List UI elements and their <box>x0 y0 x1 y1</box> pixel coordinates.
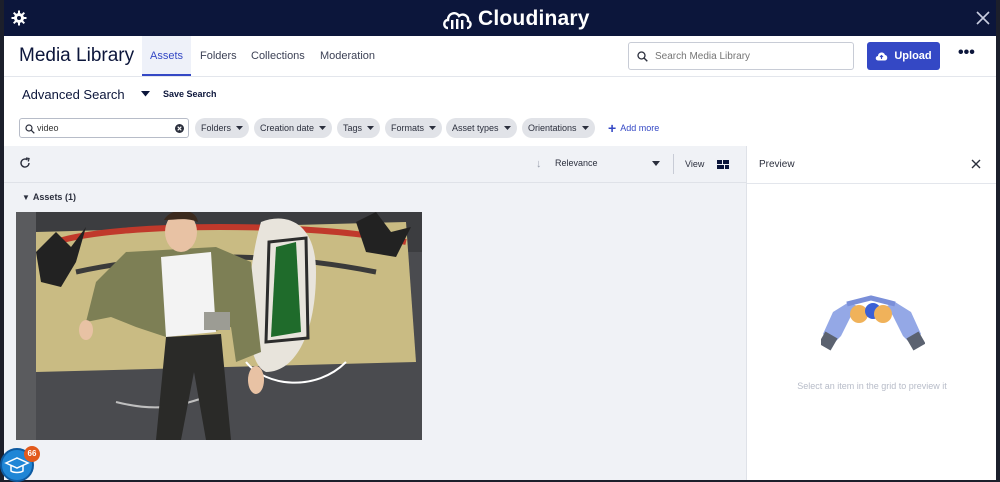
cloudinary-logo: Cloudinary <box>442 6 590 32</box>
grid-toolbar: ↓ Relevance View <box>4 146 746 183</box>
media-search-box[interactable] <box>628 42 854 70</box>
preview-panel: Preview Select an item in the grid to pr… <box>746 146 996 480</box>
caret-down-icon <box>367 126 375 130</box>
caret-down-icon[interactable] <box>652 161 660 166</box>
sort-select[interactable]: Relevance <box>555 158 598 168</box>
clear-icon[interactable] <box>175 124 184 133</box>
gear-icon[interactable] <box>11 10 27 26</box>
cloud-logo-icon <box>443 12 472 30</box>
upload-label: Upload <box>894 50 932 62</box>
tab-assets[interactable]: Assets <box>142 36 192 76</box>
search-icon <box>637 51 648 62</box>
tab-collections[interactable]: Collections <box>243 36 313 76</box>
sort-direction-icon[interactable]: ↓ <box>536 158 542 170</box>
close-icon[interactable] <box>971 159 981 169</box>
plus-icon: + <box>608 120 617 136</box>
collapse-icon: ▼ <box>22 193 30 202</box>
notification-badge: 66 <box>24 446 40 462</box>
save-search-button[interactable]: Save Search <box>163 89 217 99</box>
upload-button[interactable]: Upload <box>867 42 940 70</box>
add-more-filter-button[interactable]: + Add more <box>608 118 659 138</box>
preview-divider <box>747 183 996 184</box>
media-search-input[interactable] <box>655 47 845 65</box>
toolbar-divider <box>673 154 674 174</box>
tab-moderation[interactable]: Moderation <box>312 36 383 76</box>
refresh-icon[interactable] <box>19 157 31 169</box>
advanced-search-title[interactable]: Advanced Search <box>22 87 125 102</box>
add-more-label: Add more <box>620 123 660 133</box>
cloud-upload-icon <box>876 52 888 61</box>
app-window: Cloudinary Media Library Assets Folders … <box>4 0 996 480</box>
filter-chip-asset-types[interactable]: Asset types <box>446 118 517 138</box>
search-term-value[interactable]: video <box>37 123 59 133</box>
academy-notification-button[interactable]: 66 <box>0 446 40 482</box>
filter-row: video Folders Creation date Tags Formats… <box>4 117 996 141</box>
assets-count-label: Assets (1) <box>32 192 76 202</box>
view-label: View <box>685 159 705 169</box>
tab-folders[interactable]: Folders <box>192 36 245 76</box>
assets-section-toggle[interactable]: ▼ Assets (1) <box>22 192 76 202</box>
filter-chip-tags[interactable]: Tags <box>337 118 381 138</box>
search-icon <box>25 124 35 134</box>
caret-down-icon <box>319 126 327 130</box>
more-options-button[interactable]: ••• <box>958 45 975 64</box>
chip-label: Asset types <box>452 123 499 133</box>
top-bar: Cloudinary <box>4 0 996 36</box>
grid-view-icon[interactable] <box>717 160 729 169</box>
caret-down-icon[interactable] <box>141 91 150 97</box>
chip-label: Formats <box>391 123 425 133</box>
close-icon[interactable] <box>976 11 990 25</box>
chip-label: Orientations <box>528 123 577 133</box>
filter-chip-orientations[interactable]: Orientations <box>522 118 595 138</box>
asset-grid-area: ↓ Relevance View ▼ Assets (1) <box>4 146 746 480</box>
caret-down-icon <box>429 126 437 130</box>
page-title: Media Library <box>19 45 135 66</box>
chip-label: Creation date <box>260 123 315 133</box>
logo-text: Cloudinary <box>478 7 590 30</box>
binoculars-hands-icon <box>821 295 925 351</box>
preview-empty-message: Select an item in the grid to preview it <box>797 381 947 391</box>
caret-down-icon <box>236 126 244 130</box>
filter-chip-folders[interactable]: Folders <box>195 118 250 138</box>
caret-down-icon <box>581 126 589 130</box>
chip-label: Folders <box>201 123 232 133</box>
chip-label: Tags <box>343 123 363 133</box>
library-header: Media Library Assets Folders Collections… <box>4 36 996 77</box>
asset-image <box>16 212 422 440</box>
caret-down-icon <box>503 126 511 130</box>
search-term-field[interactable]: video <box>19 118 189 138</box>
filter-chip-formats[interactable]: Formats <box>385 118 443 138</box>
asset-thumbnail[interactable] <box>16 212 422 440</box>
filter-chip-creation-date[interactable]: Creation date <box>254 118 333 138</box>
preview-title: Preview <box>759 159 795 170</box>
advanced-search-row: Advanced Search Save Search <box>4 77 996 111</box>
